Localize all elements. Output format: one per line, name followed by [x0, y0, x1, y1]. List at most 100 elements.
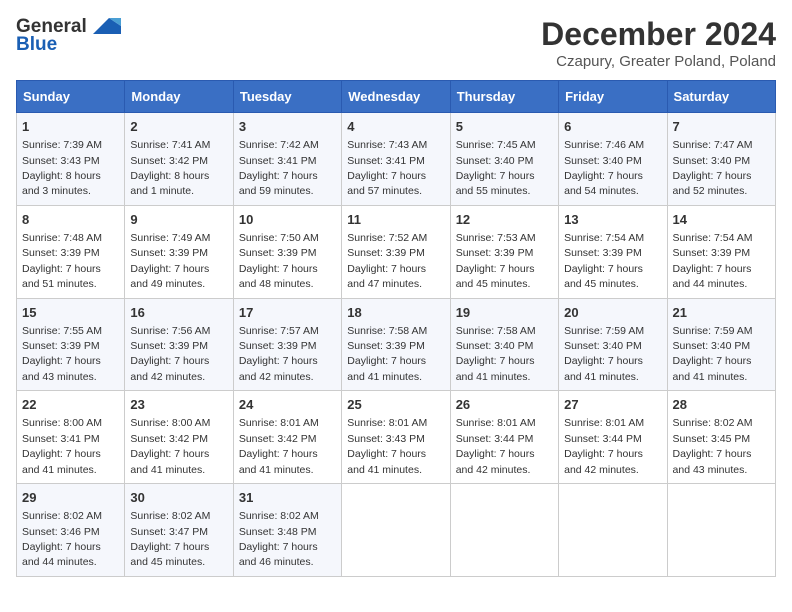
day-info: Sunrise: 7:47 AMSunset: 3:40 PMDaylight:… [673, 139, 753, 197]
calendar-table: SundayMondayTuesdayWednesdayThursdayFrid… [16, 80, 776, 577]
day-cell: 17 Sunrise: 7:57 AMSunset: 3:39 PMDayligh… [233, 298, 341, 391]
col-header-sunday: Sunday [17, 81, 125, 113]
day-number: 10 [239, 211, 336, 229]
day-info: Sunrise: 7:57 AMSunset: 3:39 PMDaylight:… [239, 325, 319, 383]
col-header-tuesday: Tuesday [233, 81, 341, 113]
day-number: 15 [22, 304, 119, 322]
day-info: Sunrise: 7:56 AMSunset: 3:39 PMDaylight:… [130, 325, 210, 383]
day-info: Sunrise: 8:01 AMSunset: 3:44 PMDaylight:… [564, 417, 644, 475]
day-cell [450, 484, 558, 577]
day-info: Sunrise: 8:01 AMSunset: 3:42 PMDaylight:… [239, 417, 319, 475]
day-number: 30 [130, 489, 227, 507]
day-info: Sunrise: 7:52 AMSunset: 3:39 PMDaylight:… [347, 232, 427, 290]
week-row-1: 1 Sunrise: 7:39 AMSunset: 3:43 PMDaylight… [17, 113, 776, 206]
week-row-4: 22 Sunrise: 8:00 AMSunset: 3:41 PMDayligh… [17, 391, 776, 484]
day-number: 9 [130, 211, 227, 229]
day-cell: 29 Sunrise: 8:02 AMSunset: 3:46 PMDayligh… [17, 484, 125, 577]
day-number: 24 [239, 396, 336, 414]
day-info: Sunrise: 7:46 AMSunset: 3:40 PMDaylight:… [564, 139, 644, 197]
day-info: Sunrise: 7:39 AMSunset: 3:43 PMDaylight:… [22, 139, 102, 197]
day-info: Sunrise: 7:54 AMSunset: 3:39 PMDaylight:… [564, 232, 644, 290]
day-number: 27 [564, 396, 661, 414]
day-number: 13 [564, 211, 661, 229]
day-number: 14 [673, 211, 770, 229]
col-header-monday: Monday [125, 81, 233, 113]
day-number: 7 [673, 118, 770, 136]
day-info: Sunrise: 8:01 AMSunset: 3:44 PMDaylight:… [456, 417, 536, 475]
day-number: 4 [347, 118, 444, 136]
day-info: Sunrise: 7:50 AMSunset: 3:39 PMDaylight:… [239, 232, 319, 290]
day-cell: 23Sunrise: 8:00 AMSunset: 3:42 PMDayligh… [125, 391, 233, 484]
day-cell: 14 Sunrise: 7:54 AMSunset: 3:39 PMDayligh… [667, 205, 775, 298]
day-info: Sunrise: 7:58 AMSunset: 3:39 PMDaylight:… [347, 325, 427, 383]
day-cell [342, 484, 450, 577]
day-cell: 6 Sunrise: 7:46 AMSunset: 3:40 PMDaylight… [559, 113, 667, 206]
subtitle: Czapury, Greater Poland, Poland [541, 53, 776, 70]
page-header: General Blue December 2024 Czapury, Grea… [16, 16, 776, 70]
day-cell: 19 Sunrise: 7:58 AMSunset: 3:40 PMDayligh… [450, 298, 558, 391]
day-cell: 28 Sunrise: 8:02 AMSunset: 3:45 PMDayligh… [667, 391, 775, 484]
day-info: Sunrise: 7:42 AMSunset: 3:41 PMDaylight:… [239, 139, 319, 197]
day-cell: 31Sunrise: 8:02 AMSunset: 3:48 PMDayligh… [233, 484, 341, 577]
day-cell: 24 Sunrise: 8:01 AMSunset: 3:42 PMDayligh… [233, 391, 341, 484]
day-info: Sunrise: 7:54 AMSunset: 3:39 PMDaylight:… [673, 232, 753, 290]
day-info: Sunrise: 7:45 AMSunset: 3:40 PMDaylight:… [456, 139, 536, 197]
logo-icon [89, 16, 121, 38]
day-number: 22 [22, 396, 119, 414]
day-number: 11 [347, 211, 444, 229]
day-number: 16 [130, 304, 227, 322]
day-cell [667, 484, 775, 577]
day-number: 23 [130, 396, 227, 414]
day-number: 19 [456, 304, 553, 322]
day-cell: 27 Sunrise: 8:01 AMSunset: 3:44 PMDayligh… [559, 391, 667, 484]
day-cell: 15 Sunrise: 7:55 AMSunset: 3:39 PMDayligh… [17, 298, 125, 391]
day-info: Sunrise: 7:53 AMSunset: 3:39 PMDaylight:… [456, 232, 536, 290]
day-info: Sunrise: 8:02 AMSunset: 3:48 PMDaylight:… [239, 510, 319, 568]
day-cell: 16 Sunrise: 7:56 AMSunset: 3:39 PMDayligh… [125, 298, 233, 391]
col-header-saturday: Saturday [667, 81, 775, 113]
day-number: 2 [130, 118, 227, 136]
day-info: Sunrise: 8:02 AMSunset: 3:45 PMDaylight:… [673, 417, 753, 475]
day-cell: 4Sunrise: 7:43 AMSunset: 3:41 PMDaylight… [342, 113, 450, 206]
title-block: December 2024 Czapury, Greater Poland, P… [541, 16, 776, 70]
day-info: Sunrise: 8:02 AMSunset: 3:46 PMDaylight:… [22, 510, 102, 568]
day-info: Sunrise: 7:58 AMSunset: 3:40 PMDaylight:… [456, 325, 536, 383]
day-info: Sunrise: 7:49 AMSunset: 3:39 PMDaylight:… [130, 232, 210, 290]
day-cell: 7 Sunrise: 7:47 AMSunset: 3:40 PMDaylight… [667, 113, 775, 206]
day-number: 26 [456, 396, 553, 414]
day-cell: 18 Sunrise: 7:58 AMSunset: 3:39 PMDayligh… [342, 298, 450, 391]
day-number: 12 [456, 211, 553, 229]
day-number: 1 [22, 118, 119, 136]
day-info: Sunrise: 7:59 AMSunset: 3:40 PMDaylight:… [564, 325, 644, 383]
day-number: 18 [347, 304, 444, 322]
day-cell: 3Sunrise: 7:42 AMSunset: 3:41 PMDaylight… [233, 113, 341, 206]
day-info: Sunrise: 7:48 AMSunset: 3:39 PMDaylight:… [22, 232, 102, 290]
day-number: 8 [22, 211, 119, 229]
day-cell: 21Sunrise: 7:59 AMSunset: 3:40 PMDayligh… [667, 298, 775, 391]
day-info: Sunrise: 8:00 AMSunset: 3:41 PMDaylight:… [22, 417, 102, 475]
day-number: 29 [22, 489, 119, 507]
day-number: 5 [456, 118, 553, 136]
day-cell: 25Sunrise: 8:01 AMSunset: 3:43 PMDayligh… [342, 391, 450, 484]
day-number: 6 [564, 118, 661, 136]
day-cell: 13 Sunrise: 7:54 AMSunset: 3:39 PMDayligh… [559, 205, 667, 298]
day-info: Sunrise: 7:41 AMSunset: 3:42 PMDaylight:… [130, 139, 210, 197]
day-info: Sunrise: 7:55 AMSunset: 3:39 PMDaylight:… [22, 325, 102, 383]
day-cell: 30 Sunrise: 8:02 AMSunset: 3:47 PMDayligh… [125, 484, 233, 577]
day-info: Sunrise: 7:59 AMSunset: 3:40 PMDaylight:… [673, 325, 753, 383]
day-cell: 26 Sunrise: 8:01 AMSunset: 3:44 PMDayligh… [450, 391, 558, 484]
day-cell: 11 Sunrise: 7:52 AMSunset: 3:39 PMDayligh… [342, 205, 450, 298]
logo-blue: Blue [16, 34, 57, 56]
day-cell: 8 Sunrise: 7:48 AMSunset: 3:39 PMDaylight… [17, 205, 125, 298]
week-row-5: 29 Sunrise: 8:02 AMSunset: 3:46 PMDayligh… [17, 484, 776, 577]
day-number: 28 [673, 396, 770, 414]
day-cell: 1 Sunrise: 7:39 AMSunset: 3:43 PMDaylight… [17, 113, 125, 206]
day-cell: 2 Sunrise: 7:41 AMSunset: 3:42 PMDaylight… [125, 113, 233, 206]
col-header-friday: Friday [559, 81, 667, 113]
day-info: Sunrise: 8:02 AMSunset: 3:47 PMDaylight:… [130, 510, 210, 568]
day-cell: 12 Sunrise: 7:53 AMSunset: 3:39 PMDayligh… [450, 205, 558, 298]
day-cell: 20Sunrise: 7:59 AMSunset: 3:40 PMDayligh… [559, 298, 667, 391]
day-number: 17 [239, 304, 336, 322]
calendar-header-row: SundayMondayTuesdayWednesdayThursdayFrid… [17, 81, 776, 113]
col-header-wednesday: Wednesday [342, 81, 450, 113]
